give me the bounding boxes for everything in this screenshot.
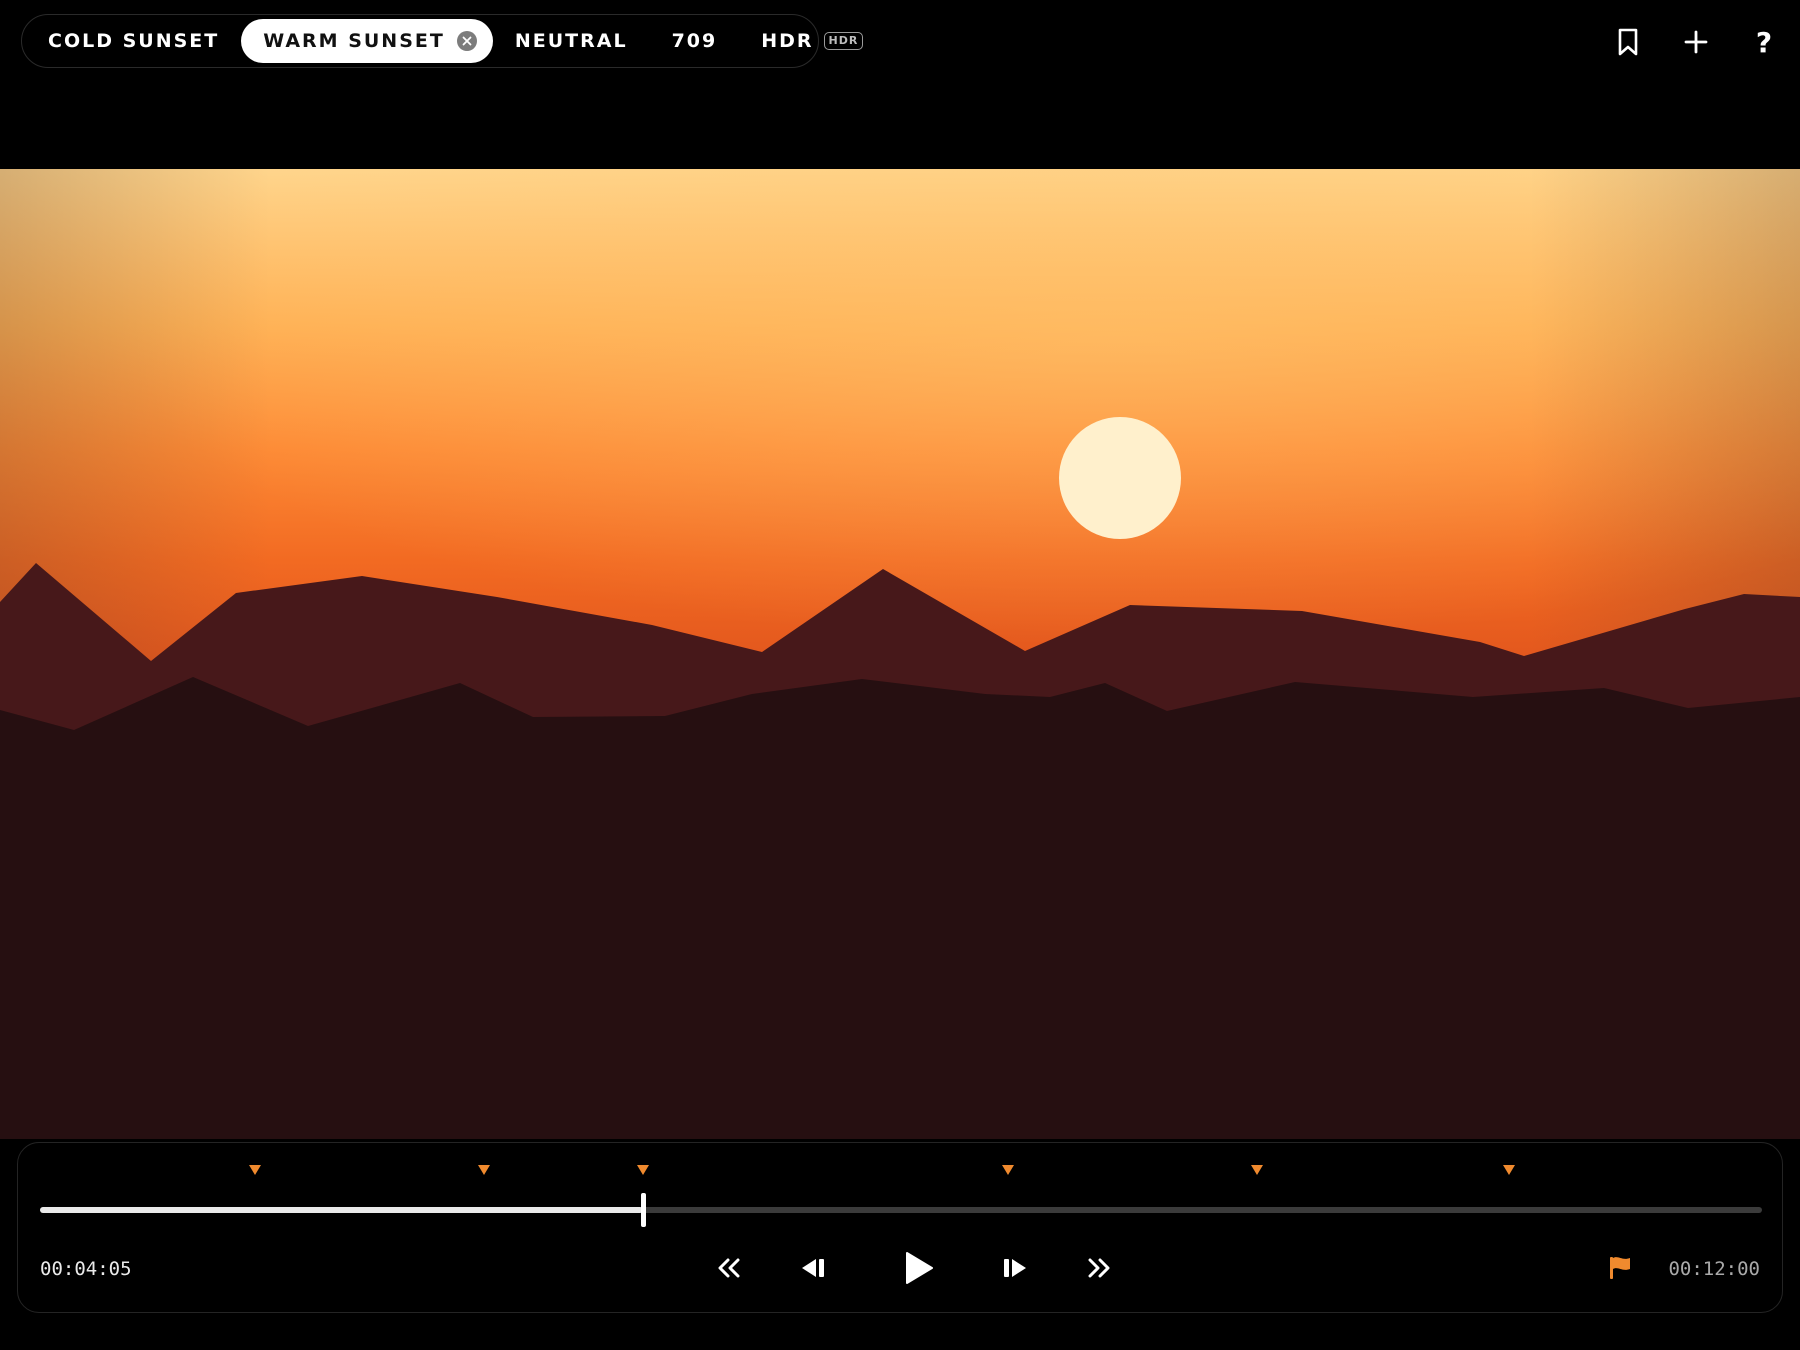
preset-label: COLD SUNSET [48,30,220,52]
timeline-marker[interactable] [636,1165,649,1175]
preset-label: 709 [671,30,718,52]
scrubber-handle[interactable] [640,1193,646,1227]
step-back-button[interactable] [788,1243,838,1293]
flag-icon [1610,1257,1630,1279]
total-duration: 00:12:00 [1668,1258,1760,1280]
clear-preset-icon[interactable] [456,31,477,51]
sunset-frame [0,169,1800,1139]
timeline-marker[interactable] [249,1165,262,1175]
help-button[interactable]: ? [1744,22,1784,62]
scrubber[interactable] [40,1193,1762,1227]
timeline-marker[interactable] [1001,1165,1014,1175]
help-icon: ? [1755,25,1773,59]
front-mountains [0,677,1800,1139]
rewind-icon [718,1258,740,1278]
scrubber-progress [40,1207,643,1213]
timeline-marker[interactable] [1251,1165,1264,1175]
step-forward-icon [1004,1259,1026,1277]
video-preview[interactable] [0,169,1800,1139]
preset-cold-sunset[interactable]: COLD SUNSET [26,19,241,63]
plus-icon [1684,30,1708,54]
preset-label: WARM SUNSET [263,30,445,52]
preset-selector: COLD SUNSET WARM SUNSET NEUTRAL 709 HDR … [21,14,864,68]
fast-forward-icon [1088,1258,1110,1278]
step-forward-button[interactable] [990,1243,1040,1293]
fast-forward-button[interactable] [1074,1243,1124,1293]
add-button[interactable] [1676,22,1716,62]
bookmark-icon [1618,28,1638,56]
timeline-marker[interactable] [1502,1165,1515,1175]
playback-controls: 00:04:05 00:12:00 [17,1142,1783,1313]
hdr-badge: HDR [823,32,864,50]
transport-controls [18,1243,1782,1293]
marker-lane [18,1143,1782,1183]
bookmark-button[interactable] [1608,22,1648,62]
top-bar: COLD SUNSET WARM SUNSET NEUTRAL 709 HDR … [0,0,1800,82]
preset-709[interactable]: 709 [650,19,740,63]
preset-label: HDR [761,30,814,52]
add-marker-button[interactable] [1603,1251,1637,1285]
step-back-icon [802,1259,824,1277]
play-icon [906,1252,933,1284]
preset-label: NEUTRAL [514,30,628,52]
sun [1059,417,1181,539]
timeline-marker[interactable] [478,1165,491,1175]
rewind-button[interactable] [704,1243,754,1293]
preset-warm-sunset[interactable]: WARM SUNSET [241,19,493,63]
preset-neutral[interactable]: NEUTRAL [493,19,650,63]
play-button[interactable] [894,1243,944,1293]
preset-hdr[interactable]: HDR HDR [739,19,885,63]
